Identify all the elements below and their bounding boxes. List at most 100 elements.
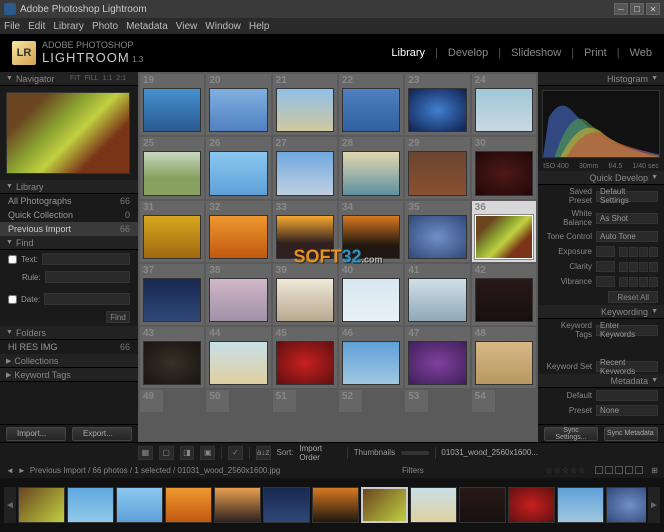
menu-view[interactable]: View: [176, 21, 198, 32]
grid-cell[interactable]: 48: [472, 327, 536, 388]
filmstrip-thumb[interactable]: [410, 487, 457, 523]
reset-all-button[interactable]: Reset All: [608, 291, 658, 303]
close-button[interactable]: ✕: [646, 3, 660, 15]
nav-zoom-1:1[interactable]: 1:1: [103, 75, 113, 82]
grid-cell[interactable]: 46: [339, 327, 403, 388]
filmstrip-thumb[interactable]: [606, 487, 646, 523]
collections-header[interactable]: ▶Collections: [0, 354, 138, 368]
library-item[interactable]: All Photographs66: [0, 194, 138, 208]
grid-cell[interactable]: 37: [140, 264, 204, 325]
filmstrip-thumb[interactable]: [361, 487, 408, 523]
sort-select[interactable]: Import Order: [299, 444, 340, 462]
qd-saved-preset[interactable]: Default Settings: [596, 191, 658, 202]
grid-view-icon[interactable]: ▦: [138, 446, 153, 460]
sync-metadata-button[interactable]: Sync Metadata: [604, 427, 658, 441]
library-header[interactable]: ▼Library: [0, 180, 138, 194]
grid-cell[interactable]: 43: [140, 327, 204, 388]
nav-zoom-2:1[interactable]: 2:1: [116, 75, 126, 82]
grid-view[interactable]: 1920212223242526272829303132333435363738…: [138, 72, 538, 442]
find-date-input[interactable]: [44, 293, 130, 305]
filmstrip-prev-icon[interactable]: ◄: [4, 487, 16, 523]
grid-cell[interactable]: 42: [472, 264, 536, 325]
qd-vibrance[interactable]: [596, 276, 615, 287]
grid-cell[interactable]: 24: [472, 74, 536, 135]
sort-direction-icon[interactable]: a↓z: [256, 446, 271, 460]
grid-cell[interactable]: 47: [405, 327, 469, 388]
filmstrip-next-icon[interactable]: ►: [648, 487, 660, 523]
keyword-tags-input[interactable]: Enter Keywords: [596, 325, 658, 336]
module-library[interactable]: Library: [391, 47, 425, 59]
module-web[interactable]: Web: [630, 47, 652, 59]
grid-cell[interactable]: 54: [472, 390, 495, 412]
grid-cell[interactable]: 21: [273, 74, 337, 135]
grid-cell[interactable]: 29: [405, 137, 469, 198]
grid-cell[interactable]: 19: [140, 74, 204, 135]
grid-cell[interactable]: 23: [405, 74, 469, 135]
grid-cell[interactable]: 26: [206, 137, 270, 198]
qd-white-balance[interactable]: As Shot: [596, 213, 658, 224]
filmstrip-thumb[interactable]: [165, 487, 212, 523]
find-text-input[interactable]: [42, 253, 130, 265]
metadata-default[interactable]: [596, 390, 658, 401]
module-develop[interactable]: Develop: [448, 47, 488, 59]
qd-clarity[interactable]: [596, 261, 615, 272]
find-button[interactable]: Find: [106, 311, 130, 323]
loupe-view-icon[interactable]: ▢: [159, 446, 174, 460]
navigator-header[interactable]: ▼NavigatorFITFILL1:12:1: [0, 72, 138, 86]
menu-metadata[interactable]: Metadata: [126, 21, 168, 32]
qd-tone-control[interactable]: Auto Tone: [596, 231, 658, 242]
quickdev-header[interactable]: Quick Develop▼: [538, 171, 664, 185]
folder-item[interactable]: HI RES IMG66: [0, 340, 138, 354]
filmstrip-thumb[interactable]: [508, 487, 555, 523]
grid-cell[interactable]: 30: [472, 137, 536, 198]
filter-lock-icon[interactable]: ⊞: [651, 466, 658, 475]
survey-view-icon[interactable]: ▣: [200, 446, 215, 460]
nav-fwd-icon[interactable]: ►: [18, 466, 26, 475]
grid-cell[interactable]: 20: [206, 74, 270, 135]
maximize-button[interactable]: ☐: [630, 3, 644, 15]
filter-stars[interactable]: ☆☆☆☆☆: [545, 466, 585, 475]
filmstrip[interactable]: ◄ ►: [0, 478, 664, 532]
menu-window[interactable]: Window: [205, 21, 241, 32]
histogram-header[interactable]: Histogram▼: [538, 72, 664, 86]
grid-cell[interactable]: 31: [140, 201, 204, 262]
metadata-header[interactable]: Metadata▼: [538, 374, 664, 388]
sync-settings-button[interactable]: Sync Settings...: [544, 427, 598, 441]
filter-colors[interactable]: [595, 466, 643, 474]
filmstrip-thumb[interactable]: [214, 487, 261, 523]
find-rule-select[interactable]: [45, 271, 130, 283]
grid-cell[interactable]: 32: [206, 201, 270, 262]
compare-view-icon[interactable]: ◨: [180, 446, 195, 460]
menu-edit[interactable]: Edit: [28, 21, 45, 32]
grid-cell[interactable]: 36: [472, 201, 536, 262]
qd-exposure[interactable]: [596, 246, 615, 257]
export-button[interactable]: Export...: [72, 427, 132, 441]
module-print[interactable]: Print: [584, 47, 607, 59]
keywording-header[interactable]: Keywording▼: [538, 305, 664, 319]
grid-cell[interactable]: 34: [339, 201, 403, 262]
painter-icon[interactable]: ✓: [228, 446, 243, 460]
metadata-preset[interactable]: None: [596, 405, 658, 416]
grid-cell[interactable]: 51: [273, 390, 296, 412]
minimize-button[interactable]: ─: [614, 3, 628, 15]
keyword-set-select[interactable]: Recent Keywords: [596, 361, 658, 372]
grid-cell[interactable]: 28: [339, 137, 403, 198]
import-button[interactable]: Import...: [6, 427, 66, 441]
menu-photo[interactable]: Photo: [92, 21, 118, 32]
nav-zoom-fit[interactable]: FIT: [70, 75, 81, 82]
nav-back-icon[interactable]: ◄: [6, 466, 14, 475]
filmstrip-thumb[interactable]: [18, 487, 65, 523]
filmstrip-thumb[interactable]: [116, 487, 163, 523]
thumbnail-size-slider[interactable]: [401, 451, 428, 455]
nav-zoom-fill[interactable]: FILL: [85, 75, 99, 82]
find-text-checkbox[interactable]: [8, 255, 17, 264]
grid-cell[interactable]: 41: [405, 264, 469, 325]
grid-cell[interactable]: 25: [140, 137, 204, 198]
grid-cell[interactable]: 22: [339, 74, 403, 135]
grid-cell[interactable]: 40: [339, 264, 403, 325]
menu-library[interactable]: Library: [53, 21, 84, 32]
find-date-checkbox[interactable]: [8, 295, 17, 304]
grid-cell[interactable]: 44: [206, 327, 270, 388]
library-item[interactable]: Previous Import66: [0, 222, 138, 236]
find-header[interactable]: ▼Find: [0, 236, 138, 250]
